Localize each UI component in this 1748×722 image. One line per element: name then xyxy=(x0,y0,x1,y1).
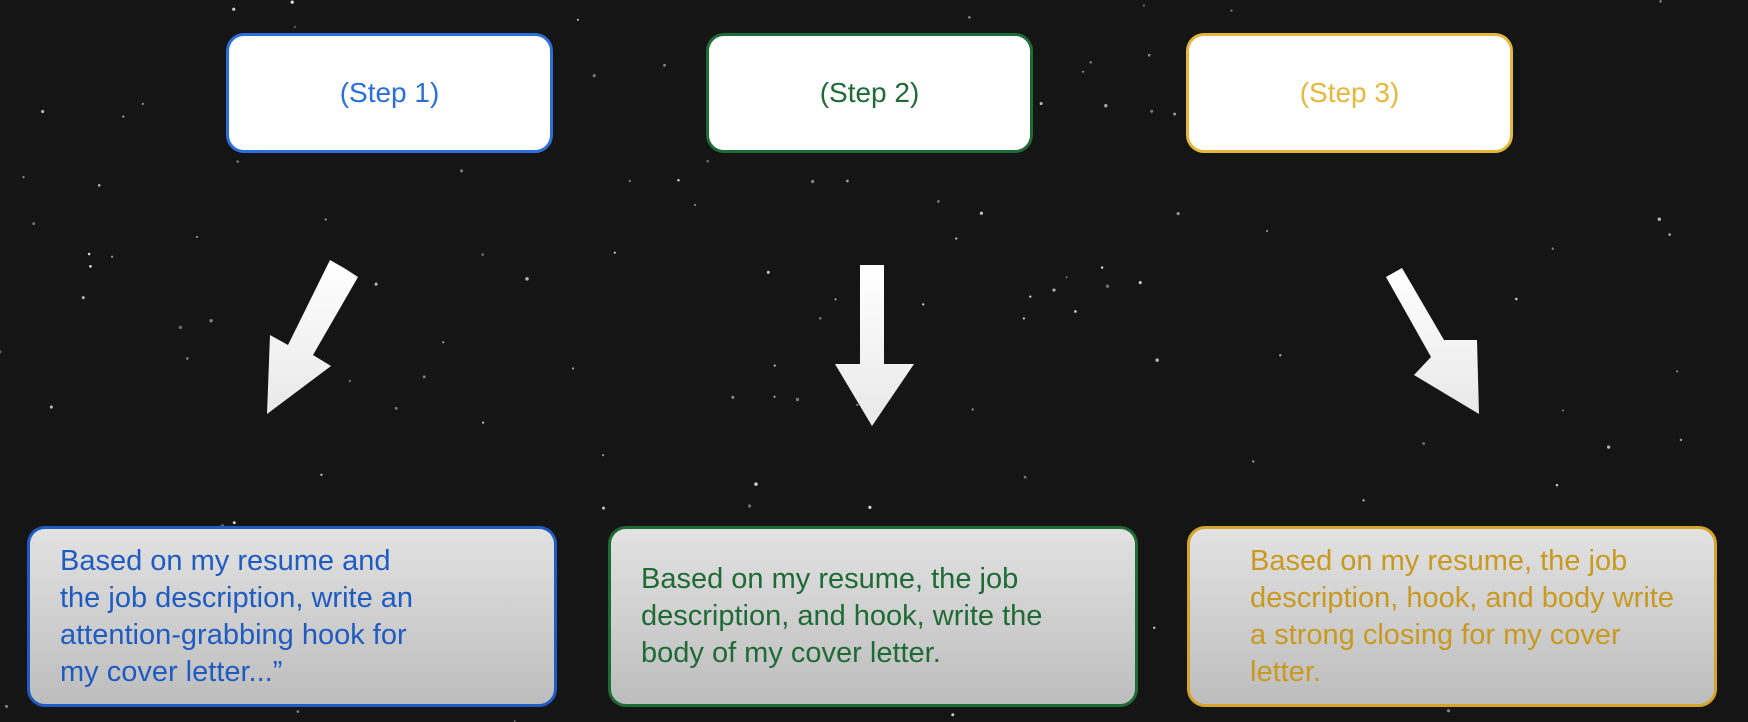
prompt-2-text: Based on my resume, the job description,… xyxy=(641,563,1043,669)
prompt-box-1: Based on my resume and the job descripti… xyxy=(27,526,557,707)
arrow-down-right-icon xyxy=(1386,268,1479,414)
prompt-3-text: Based on my resume, the job description,… xyxy=(1250,544,1674,688)
arrow-down-icon xyxy=(835,265,914,426)
prompt-1-text: Based on my resume and the job descripti… xyxy=(60,544,414,688)
prompt-box-3: Based on my resume, the job description,… xyxy=(1187,526,1717,707)
arrow-down-left-icon xyxy=(267,260,358,414)
prompt-box-2: Based on my resume, the job description,… xyxy=(608,526,1138,707)
